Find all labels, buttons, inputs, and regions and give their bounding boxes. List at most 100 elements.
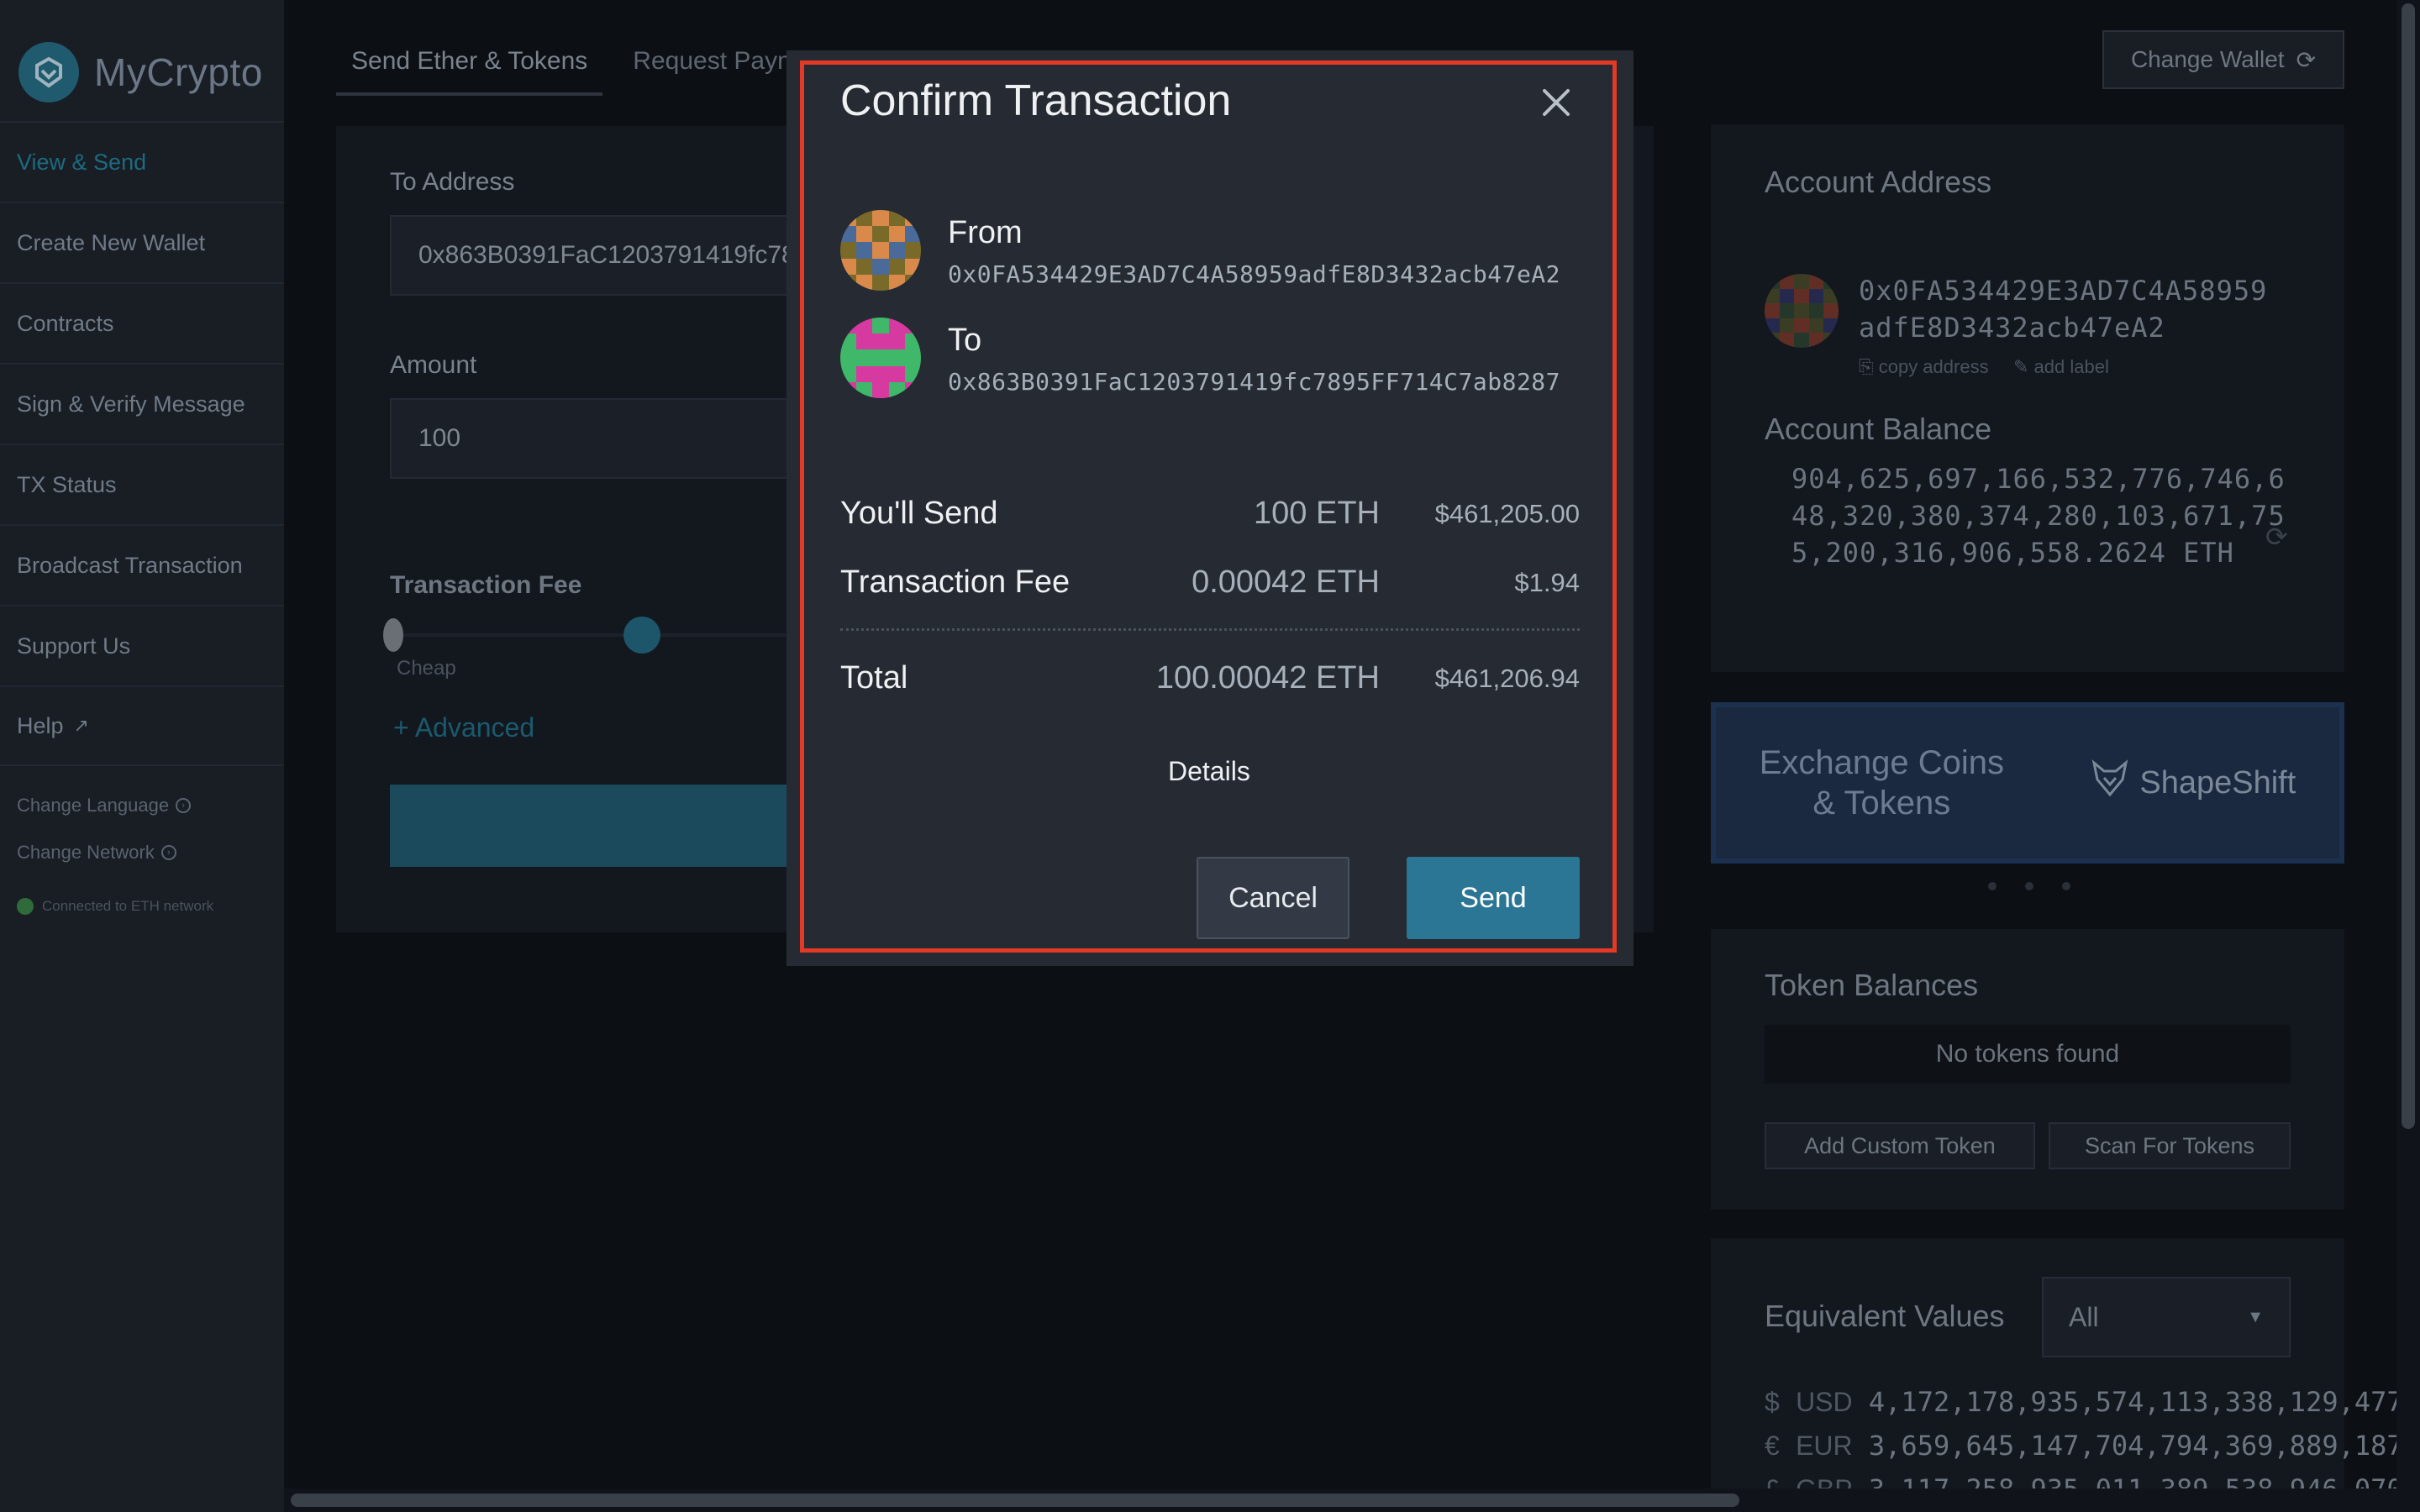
sidebar-item-view-send[interactable]: View & Send xyxy=(0,121,284,202)
change-network-link[interactable]: Change Network › xyxy=(17,842,176,864)
currency-value: 4,172,178,935,574,113,338,129,477 xyxy=(1868,1386,2403,1418)
total-label: Total xyxy=(840,660,908,696)
sidebar-item-sign-verify[interactable]: Sign & Verify Message xyxy=(0,363,284,444)
fee-slider-track[interactable] xyxy=(393,633,793,637)
change-language-label: Change Language xyxy=(17,795,170,816)
from-address: 0x0FA534429E3AD7C4A58959adfE8D3432acb47e… xyxy=(948,260,1561,288)
currency-select-value: All xyxy=(2069,1301,2099,1332)
chevron-down-icon: ▼ xyxy=(2247,1307,2264,1326)
to-address: 0x863B0391FaC1203791419fc7895FF714C7ab82… xyxy=(948,368,1561,396)
sidebar-item-help[interactable]: Help ↗ xyxy=(0,685,284,766)
change-network-label: Change Network xyxy=(17,842,155,863)
sidebar-item-label: TX Status xyxy=(17,471,117,497)
modal-divider xyxy=(840,628,1580,631)
currency-symbol: € xyxy=(1765,1431,1780,1461)
currency-value: 3,659,645,147,704,794,369,889,187 xyxy=(1868,1430,2403,1462)
shapeshift-brand: ShapeShift xyxy=(2091,759,2296,806)
sidebar-item-broadcast[interactable]: Broadcast Transaction xyxy=(0,524,284,605)
scan-for-tokens-button[interactable]: Scan For Tokens xyxy=(2049,1122,2291,1169)
app-logo[interactable]: MyCrypto xyxy=(18,42,263,102)
no-tokens-message: No tokens found xyxy=(1765,1025,2291,1084)
account-identicon xyxy=(1765,274,1839,348)
carousel-dot[interactable] xyxy=(2062,882,2070,890)
close-icon[interactable] xyxy=(1538,84,1575,121)
details-toggle[interactable]: Details xyxy=(1168,756,1250,787)
total-usd-amount: $461,206.94 xyxy=(1434,664,1580,693)
carousel-dots[interactable] xyxy=(1988,882,2070,890)
sidebar-item-label: Support Us xyxy=(17,633,131,659)
account-balance-title: Account Balance xyxy=(1765,412,1992,446)
sidebar-item-tx-status[interactable]: TX Status xyxy=(0,444,284,524)
mycrypto-logo-icon xyxy=(18,42,79,102)
exchange-line: & Tokens xyxy=(1812,785,1951,822)
fee-slider-min-handle[interactable] xyxy=(383,618,403,652)
scrollbar-thumb[interactable] xyxy=(2402,3,2415,1129)
sidebar-item-label: Create New Wallet xyxy=(17,229,206,255)
sidebar-item-contracts[interactable]: Contracts xyxy=(0,282,284,363)
sidebar-item-label: View & Send xyxy=(17,149,147,175)
equivalent-row: $ USD 4,172,178,935,574,113,338,129,477 xyxy=(1765,1386,2403,1418)
exchange-line: Exchange Coins xyxy=(1759,744,2004,781)
account-address: 0x0FA534429E3AD7C4A58959 adfE8D3432acb47… xyxy=(1859,272,2267,346)
horizontal-scrollbar[interactable] xyxy=(284,1488,2396,1512)
currency-select[interactable]: All ▼ xyxy=(2042,1277,2291,1357)
sidebar-item-label: Broadcast Transaction xyxy=(17,552,243,578)
add-label-label: add label xyxy=(2033,356,2109,377)
shapeshift-label: ShapeShift xyxy=(2139,764,2296,801)
send-button[interactable]: Send xyxy=(1407,857,1580,939)
fee-usd-amount: $1.94 xyxy=(1514,568,1580,597)
amount-input[interactable]: 100 xyxy=(390,398,793,479)
transaction-fee-label: Transaction Fee xyxy=(390,571,582,599)
advanced-link[interactable]: + Advanced xyxy=(393,712,534,743)
equivalent-row: € EUR 3,659,645,147,704,794,369,889,187 xyxy=(1765,1430,2403,1462)
copy-address-label: copy address xyxy=(1878,356,1989,377)
status-dot-icon xyxy=(17,898,34,915)
sidebar-item-label: Sign & Verify Message xyxy=(17,391,245,417)
copy-address-link[interactable]: ⎘ copy address xyxy=(1859,356,1989,378)
change-language-link[interactable]: Change Language › xyxy=(17,795,192,816)
sidebar-item-support[interactable]: Support Us xyxy=(0,605,284,685)
from-identicon xyxy=(840,210,921,291)
sidebar-nav: View & Send Create New Wallet Contracts … xyxy=(0,121,284,766)
arrow-circle-icon: › xyxy=(160,845,176,860)
currency-code: EUR xyxy=(1796,1431,1853,1461)
from-label: From xyxy=(948,215,1023,250)
modal-title: Confirm Transaction xyxy=(840,76,1232,125)
to-label: To xyxy=(948,323,982,358)
refresh-balance-icon[interactable]: ⟳ xyxy=(2265,521,2288,553)
carousel-dot[interactable] xyxy=(2025,882,2033,890)
vertical-scrollbar[interactable] xyxy=(2396,0,2420,1512)
fee-eth-amount: 0.00042 ETH xyxy=(1192,564,1380,600)
to-address-label: To Address xyxy=(390,168,515,196)
carousel-dot[interactable] xyxy=(1988,882,1996,890)
currency-symbol: $ xyxy=(1765,1387,1780,1417)
amount-label: Amount xyxy=(390,351,477,379)
add-label-link[interactable]: ✎ add label xyxy=(2013,356,2109,378)
change-wallet-button[interactable]: Change Wallet ⟳ xyxy=(2102,30,2344,89)
account-card xyxy=(1711,124,2344,672)
account-address-line: adfE8D3432acb47eA2 xyxy=(1859,312,2165,344)
account-address-line: 0x0FA534429E3AD7C4A58959 xyxy=(1859,275,2268,307)
add-custom-token-button[interactable]: Add Custom Token xyxy=(1765,1122,2035,1169)
account-balance-value: 904,625,697,166,532,776,746,648,320,380,… xyxy=(1791,463,2286,569)
arrow-circle-icon: › xyxy=(176,798,192,813)
fee-label: Transaction Fee xyxy=(840,564,1071,600)
send-eth-amount: 100 ETH xyxy=(1254,496,1380,531)
account-address-title: Account Address xyxy=(1765,165,1992,199)
fee-slider-handle[interactable] xyxy=(623,617,660,654)
network-status: Connected to ETH network xyxy=(17,898,213,915)
exchange-coins-text: Exchange Coins & Tokens xyxy=(1760,743,2004,823)
scrollbar-thumb[interactable] xyxy=(291,1494,1739,1507)
you-send-label: You'll Send xyxy=(840,496,998,531)
refresh-icon: ⟳ xyxy=(2296,46,2317,73)
app-name: MyCrypto xyxy=(94,50,263,94)
cancel-button[interactable]: Cancel xyxy=(1197,857,1349,939)
sidebar-item-create-wallet[interactable]: Create New Wallet xyxy=(0,202,284,282)
external-link-icon: ↗ xyxy=(73,715,89,736)
equivalent-values-title: Equivalent Values xyxy=(1765,1299,2005,1333)
send-tabs: Send Ether & Tokens Request Payment xyxy=(336,44,849,96)
copy-icon: ⎘ xyxy=(1859,356,1879,377)
to-address-input[interactable]: 0x863B0391FaC1203791419fc7895FF714C7ab82… xyxy=(390,215,793,296)
tab-send-ether[interactable]: Send Ether & Tokens xyxy=(336,44,603,96)
shapeshift-banner[interactable]: Exchange Coins & Tokens ShapeShift xyxy=(1711,702,2344,864)
